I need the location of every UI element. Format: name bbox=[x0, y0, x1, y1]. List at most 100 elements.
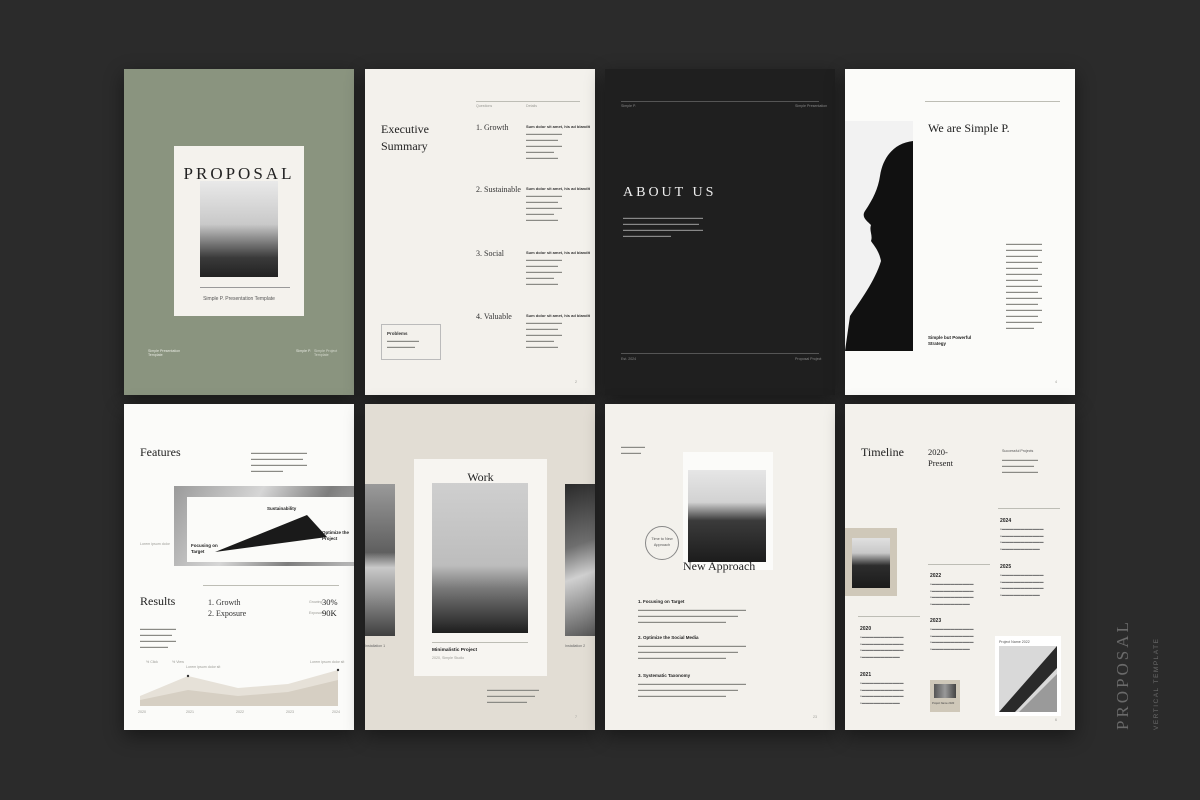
we-title: We are Simple P. bbox=[928, 121, 1010, 135]
cover-footer-right: Simple Project Template bbox=[314, 349, 338, 357]
approach-title: New Approach bbox=[683, 559, 756, 573]
exec-item-1-label: 1. Growth bbox=[476, 123, 509, 132]
new-approach-page[interactable]: ▬▬▬▬▬▬ ▬▬▬▬▬ Time to New Approach New App… bbox=[605, 404, 835, 730]
about-us-page[interactable]: Simple P. Simple Presentation ABOUT US ▬… bbox=[605, 69, 835, 395]
exec-item-1-head: Sum dolor sit amet, his ad blandit bbox=[526, 124, 591, 129]
timeline-thumb-label: Project Name 2020 bbox=[932, 702, 955, 705]
timeline-thumb-image bbox=[934, 684, 956, 698]
cover-footer-left: Simple Presentation Template bbox=[148, 349, 181, 357]
results-text: ▬▬▬▬▬▬▬▬▬ ▬▬▬▬▬▬▬▬ ▬▬▬▬▬▬▬▬▬ ▬▬▬▬▬▬▬ bbox=[140, 626, 176, 649]
features-page[interactable]: Features ▬▬▬▬▬▬▬▬▬▬▬▬▬▬ ▬▬▬▬▬▬▬▬▬▬▬▬▬ ▬▬▬▬… bbox=[124, 404, 354, 730]
about-top-rule bbox=[621, 101, 819, 102]
timeline-year-2025: 2025 bbox=[1000, 564, 1012, 570]
side-subtitle: VERTICAL TEMPLATE bbox=[1145, 638, 1163, 730]
exec-item-3-label: 3. Social bbox=[476, 249, 504, 258]
timeline-page-number: 6 bbox=[1055, 718, 1057, 722]
x-tick-3: 2023 bbox=[286, 710, 294, 714]
approach-s3: 3. Systematic Taxonomy bbox=[638, 673, 691, 678]
timeline-year-1: 2020- bbox=[928, 447, 948, 457]
legend-view: % View bbox=[172, 660, 184, 664]
results-list-1: 1. Growth bbox=[208, 598, 241, 607]
feature-label-right-2: Project bbox=[322, 536, 338, 541]
exec-page-number: 2 bbox=[575, 380, 577, 384]
timeline-rule-2020 bbox=[858, 616, 920, 617]
approach-top-note: ▬▬▬▬▬▬ ▬▬▬▬▬ bbox=[621, 444, 645, 455]
timeline-note-text: ▬▬▬▬▬▬▬▬▬ ▬▬▬▬▬▬▬▬ ▬▬▬▬▬▬▬▬▬ bbox=[1002, 457, 1038, 474]
cover-footer-mid: Simple P. bbox=[296, 349, 311, 353]
about-bottom-rule bbox=[621, 353, 819, 354]
approach-page-number: 23 bbox=[813, 715, 817, 719]
installation-right: Installation 2 bbox=[565, 644, 586, 648]
about-footer-right: Proposal Project bbox=[795, 357, 822, 361]
cover-photo bbox=[200, 181, 278, 277]
about-footer-left: Est. 2024 bbox=[621, 357, 637, 361]
timeline-rule-2022 bbox=[928, 564, 990, 565]
results-top-rule bbox=[203, 585, 339, 586]
work-left-image bbox=[365, 484, 395, 636]
about-title: ABOUT US bbox=[623, 185, 717, 200]
cover-subtitle: Simple P. Presentation Template bbox=[203, 296, 275, 302]
timeline-list-2020: ▬▬▬▬▬▬▬▬▬▬▬▬▬▬▬▬▬▬▬▬▬▬▬▬▬▬▬▬▬▬▬▬▬▬▬▬▬▬▬▬… bbox=[860, 634, 904, 660]
timeline-list-2022: ▬▬▬▬▬▬▬▬▬▬▬▬▬▬▬▬▬▬▬▬▬▬▬▬▬▬▬▬▬▬▬▬▬▬▬▬▬▬▬▬… bbox=[930, 581, 974, 607]
features-card: Sustainability Focusing on Target Optimi… bbox=[187, 497, 354, 562]
timeline-rule-2024 bbox=[998, 508, 1060, 509]
stat1-value: 30% bbox=[322, 597, 338, 607]
timeline-photo bbox=[852, 538, 890, 588]
we-page-number: 4 bbox=[1055, 380, 1057, 384]
side-title-sub: VERTICAL TEMPLATE bbox=[1153, 637, 1160, 730]
features-side-note: Lorem ipsum dolor bbox=[140, 542, 170, 546]
exec-item-2-head: Sum dolor sit amet, his ad blandit bbox=[526, 186, 591, 191]
results-area-chart bbox=[140, 668, 340, 706]
executive-summary-page[interactable]: Executive Summary Questions Details 1. G… bbox=[365, 69, 595, 395]
approach-s2: 2. Optimize the Social Media bbox=[638, 635, 699, 640]
about-header-left: Simple P. bbox=[621, 104, 636, 108]
work-page[interactable]: Installation 1 Installation 2 Work Minim… bbox=[365, 404, 595, 730]
exec-title-1: Executive bbox=[381, 122, 429, 136]
timeline-page[interactable]: Timeline 2020- Present Successful Projec… bbox=[845, 404, 1075, 730]
approach-circle: Time to New Approach bbox=[645, 526, 679, 560]
timeline-photo-frame bbox=[845, 528, 897, 596]
results-list-2: 2. Exposure bbox=[208, 609, 247, 618]
work-card: Work Minimalistic Project 2020, Simple S… bbox=[414, 459, 547, 676]
we-caption-2: Strategy bbox=[928, 341, 947, 346]
timeline-year-2: Present bbox=[928, 458, 954, 468]
side-title-main: PROPOSAL bbox=[1113, 619, 1132, 730]
timeline-year-2021: 2021 bbox=[860, 672, 872, 678]
work-footer-text: ▬▬▬▬▬▬▬▬▬▬▬▬▬ ▬▬▬▬▬▬▬▬▬▬▬▬ ▬▬▬▬▬▬▬▬▬▬ bbox=[487, 687, 539, 704]
profile-photo bbox=[845, 121, 913, 351]
features-title: Features bbox=[140, 445, 181, 459]
approach-photo bbox=[688, 470, 766, 562]
feature-label-right-1: Optimize the bbox=[322, 530, 350, 535]
cover-page[interactable]: PROPOSAL Simple P. Presentation Template… bbox=[124, 69, 354, 395]
we-caption-1: Simple but Powerful bbox=[928, 335, 972, 340]
work-project-sub: 2020, Simple Studio bbox=[432, 656, 465, 660]
feature-label-left-2: Target bbox=[191, 549, 205, 554]
profile-silhouette-icon bbox=[845, 141, 913, 351]
timeline-project-card: Project Name 2022 bbox=[995, 636, 1061, 716]
we-are-page[interactable]: We are Simple P. ▬▬▬▬▬▬▬▬▬ ▬▬▬▬▬▬▬▬▬ ▬▬▬▬▬… bbox=[845, 69, 1075, 395]
work-right-image bbox=[565, 484, 595, 636]
exec-item-4-label: 4. Valuable bbox=[476, 312, 512, 321]
exec-top-rule bbox=[476, 101, 580, 102]
approach-circle-1: Time to New bbox=[651, 537, 673, 541]
timeline-list-2023: ▬▬▬▬▬▬▬▬▬▬▬▬▬▬▬▬▬▬▬▬▬▬▬▬▬▬▬▬▬▬▬▬▬▬▬▬▬▬▬▬… bbox=[930, 626, 974, 652]
chart-note-2: Lorem ipsum dolor sit bbox=[310, 660, 345, 664]
about-text: ▬▬▬▬▬▬▬▬▬▬▬▬▬▬▬▬▬▬▬▬ ▬▬▬▬▬▬▬▬▬▬▬▬▬▬▬▬▬▬▬ ▬… bbox=[623, 215, 703, 238]
x-tick-4: 2024 bbox=[332, 710, 340, 714]
exec-problems-box: Problems ▬▬▬▬▬▬▬▬ ▬▬▬▬▬▬▬ bbox=[381, 324, 441, 360]
approach-s1-text: ▬▬▬▬▬▬▬▬▬▬▬▬▬▬▬▬▬▬▬▬▬▬▬▬▬▬▬ ▬▬▬▬▬▬▬▬▬▬▬▬▬… bbox=[638, 607, 746, 624]
exec-item-1-text: ▬▬▬▬▬▬▬▬▬ ▬▬▬▬▬▬▬▬ ▬▬▬▬▬▬▬▬▬ ▬▬▬▬▬▬▬ ▬▬▬▬▬▬▬… bbox=[526, 131, 562, 160]
approach-s1: 1. Focusing on Target bbox=[638, 599, 685, 604]
feature-label-left-1: Focusing on bbox=[191, 543, 218, 548]
work-divider bbox=[432, 642, 528, 643]
results-title: Results bbox=[140, 594, 176, 608]
timeline-year-2024: 2024 bbox=[1000, 518, 1012, 524]
cover-divider bbox=[200, 287, 290, 288]
we-top-rule bbox=[925, 101, 1060, 102]
timeline-year-2022: 2022 bbox=[930, 573, 942, 579]
timeline-year-2023: 2023 bbox=[930, 618, 942, 624]
stat1-label: Growing bbox=[309, 600, 323, 604]
exec-item-4-text: ▬▬▬▬▬▬▬▬▬ ▬▬▬▬▬▬▬▬ ▬▬▬▬▬▬▬▬▬ ▬▬▬▬▬▬▬ ▬▬▬▬▬▬▬… bbox=[526, 320, 562, 349]
approach-s2-text: ▬▬▬▬▬▬▬▬▬▬▬▬▬▬▬▬▬▬▬▬▬▬▬▬▬▬▬ ▬▬▬▬▬▬▬▬▬▬▬▬▬… bbox=[638, 643, 746, 660]
stat2-value: 90K bbox=[322, 608, 337, 618]
